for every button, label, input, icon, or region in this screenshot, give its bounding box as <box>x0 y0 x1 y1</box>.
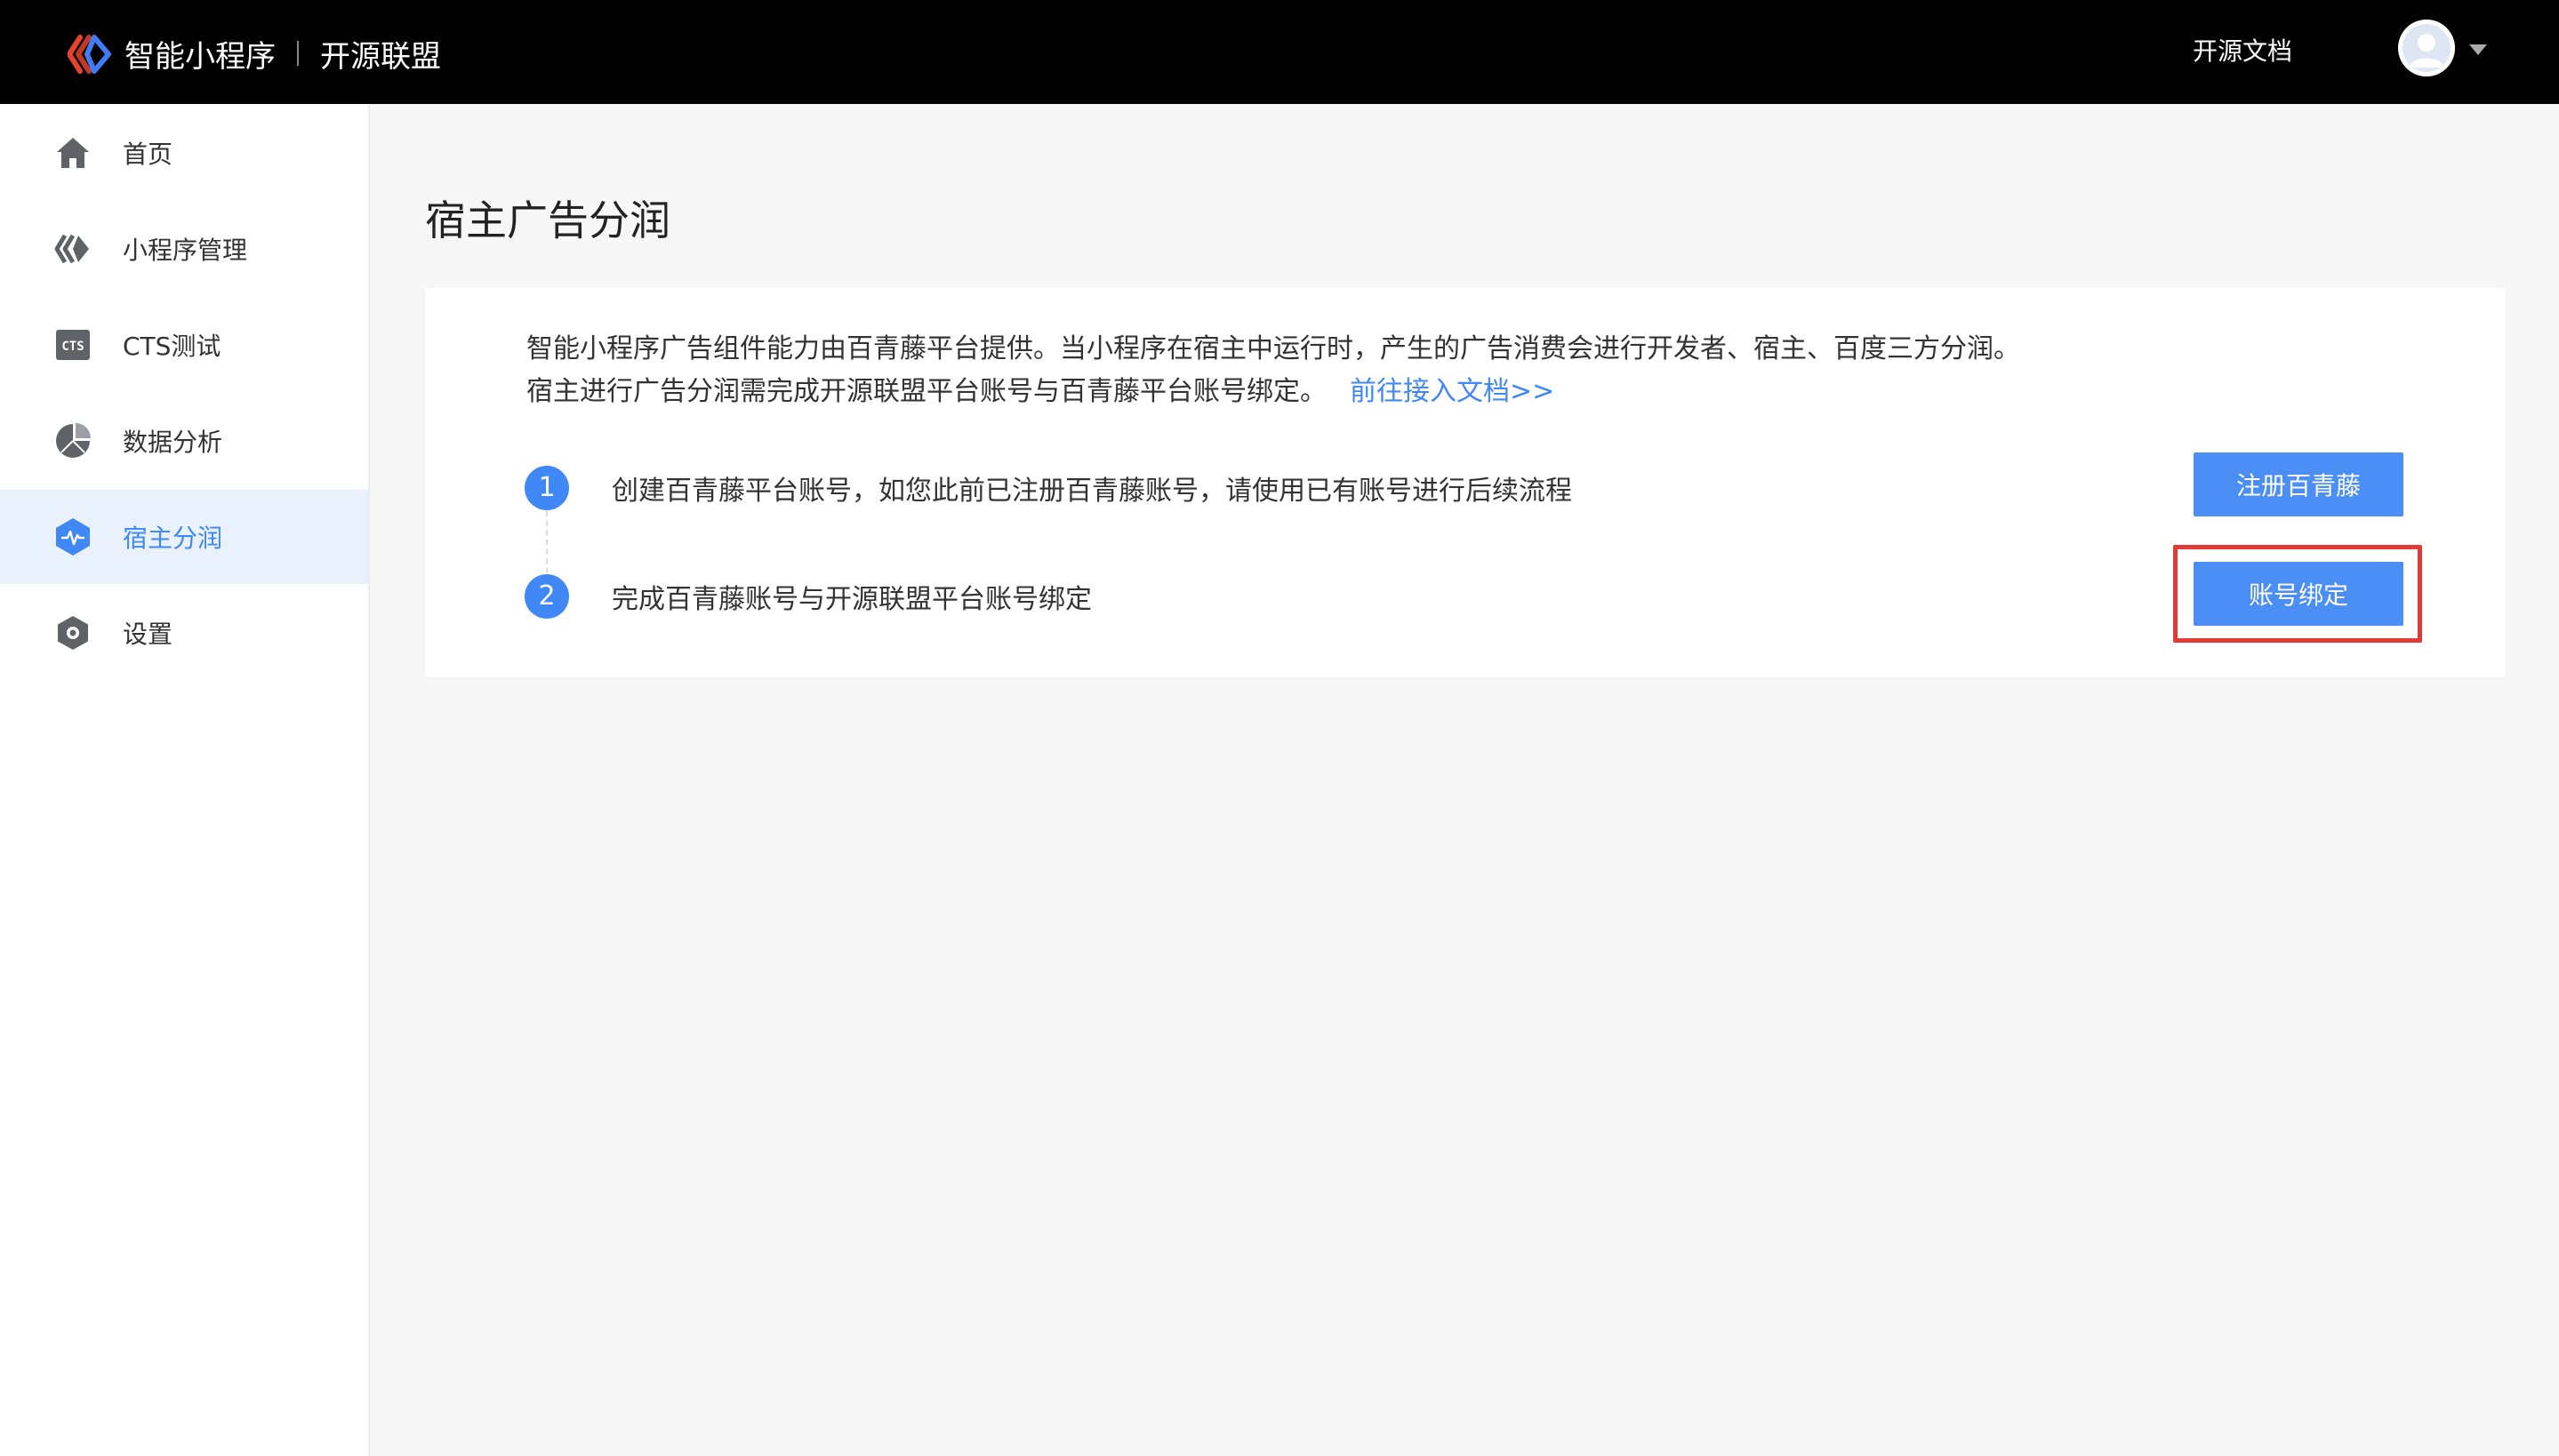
sidebar-item-label: 宿主分润 <box>123 524 223 553</box>
sidebar-item-host-revenue[interactable]: 宿主分润 <box>0 490 368 584</box>
sidebar-item-settings[interactable]: 设置 <box>0 586 368 680</box>
settings-icon <box>53 613 92 652</box>
top-bar: 智能小程序 开源联盟 开源文档 <box>0 0 2559 104</box>
step-connector <box>546 511 548 573</box>
user-avatar-icon <box>2398 20 2455 76</box>
page-title: 宿主广告分润 <box>425 196 670 244</box>
step-1-text: 创建百青藤平台账号，如您此前已注册百青藤账号，请使用已有账号进行后续流程 <box>612 476 1572 507</box>
brand-sub: 开源联盟 <box>320 38 441 75</box>
open-source-docs-link[interactable]: 开源文档 <box>2193 32 2292 71</box>
step-2-text: 完成百青藤账号与开源联盟平台账号绑定 <box>612 584 1092 615</box>
sidebar-item-data-analysis[interactable]: 数据分析 <box>0 394 368 488</box>
sidebar-item-label: 小程序管理 <box>123 236 248 265</box>
brand-name: 智能小程序 <box>124 38 276 75</box>
description-line-1: 智能小程序广告组件能力由百青藤平台提供。当小程序在宿主中运行时，产生的广告消费会… <box>526 333 2020 364</box>
sidebar-item-label: 首页 <box>123 140 173 169</box>
home-icon <box>53 133 92 172</box>
svg-text:CTS: CTS <box>61 340 84 354</box>
sidebar-item-home[interactable]: 首页 <box>0 106 368 200</box>
pie-chart-icon <box>53 421 92 460</box>
step-number-2: 2 <box>525 574 569 619</box>
cts-icon: CTS <box>53 325 92 364</box>
step-number-1: 1 <box>525 466 569 510</box>
sidebar-item-label: 数据分析 <box>123 428 223 457</box>
sidebar-item-cts-test[interactable]: CTS CTS测试 <box>0 298 368 392</box>
miniapp-icon <box>53 229 92 268</box>
logo-icon[interactable] <box>68 34 112 75</box>
integration-docs-link[interactable]: 前往接入文档>> <box>1350 376 1554 407</box>
user-menu-caret-icon[interactable] <box>2469 44 2487 55</box>
description-text: 宿主进行广告分润需完成开源联盟平台账号与百青藤平台账号绑定。 <box>526 376 1327 407</box>
brand: 智能小程序 开源联盟 <box>124 30 441 76</box>
sidebar-item-miniapp-management[interactable]: 小程序管理 <box>0 202 368 296</box>
brand-separator <box>297 41 299 66</box>
sidebar-item-label: 设置 <box>123 620 173 649</box>
sidebar: 首页 小程序管理 CTS CTS测试 数据分析 宿主分润 设置 <box>0 104 370 1456</box>
description-line-2: 宿主进行广告分润需完成开源联盟平台账号与百青藤平台账号绑定。 前往接入文档>> <box>526 369 1554 408</box>
revenue-icon <box>53 517 92 556</box>
sidebar-item-label: CTS测试 <box>123 332 221 361</box>
user-avatar[interactable] <box>2398 20 2455 76</box>
register-baiqingteng-button[interactable]: 注册百青藤 <box>2194 452 2403 516</box>
account-bind-button[interactable]: 账号绑定 <box>2194 562 2403 626</box>
